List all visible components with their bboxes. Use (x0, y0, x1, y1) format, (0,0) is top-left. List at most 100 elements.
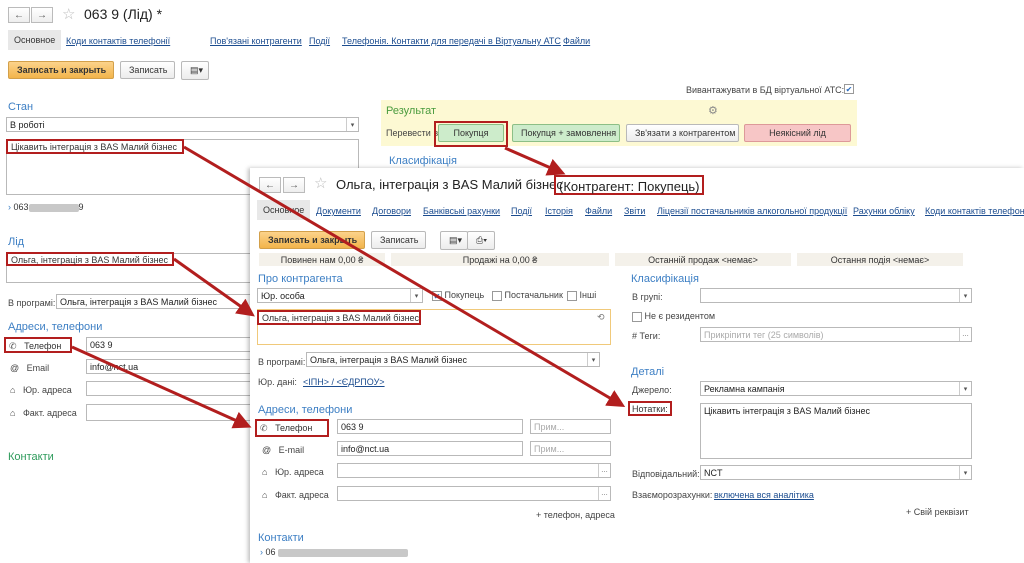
buyer-checkbox[interactable]: ✔ Покупець (432, 290, 484, 301)
supplier-checkbox[interactable]: Постачальник (492, 290, 563, 301)
front-email-icon: @ E-mail (262, 445, 305, 455)
own-requisite-link[interactable]: + Свій реквізит (906, 507, 969, 517)
about-title: Про контрагента (258, 273, 343, 285)
program-label: В програмі: (8, 298, 56, 308)
save-close-button[interactable]: Записать и закрыть (8, 61, 114, 79)
front-fact-addr-label: ⌂ Факт. адреса (262, 490, 329, 500)
group-label: В групі: (632, 292, 663, 302)
front-contact-row[interactable]: › 06 (260, 547, 409, 557)
lid-title: Лід (8, 236, 25, 248)
front-tab-files[interactable]: Файли (585, 206, 612, 216)
front-tab-licenses[interactable]: Ліцензії постачальників алкогольної прод… (657, 206, 847, 216)
convert-buyer-order-button[interactable]: Покупця + замовлення (512, 124, 620, 142)
tab-events[interactable]: Події (309, 36, 330, 46)
front-print-menu-button[interactable]: ⎙▾ (467, 231, 495, 250)
history-icon[interactable]: ⟲ (597, 312, 605, 323)
front-tab-contracts[interactable]: Договори (372, 206, 411, 216)
source-select[interactable]: Рекламна кампанія ▾ (700, 381, 972, 396)
front-program-select[interactable]: Ольга, інтеграція з BAS Малий бізнес ▾ (306, 352, 600, 367)
email-icon: @ Email (10, 363, 50, 373)
contacts-title: Контакти (8, 451, 54, 463)
nonresident-checkbox[interactable]: Не є резидентом (632, 311, 715, 322)
phone-field[interactable]: 063 9 (86, 337, 254, 352)
email-field[interactable]: info@nct.ua (86, 359, 254, 374)
bad-lead-button[interactable]: Неякісний лід (744, 124, 851, 142)
contractor-title: Ольга, інтеграція з BAS Малий бізнес (336, 177, 563, 192)
notes-label: Нотатки: (628, 401, 672, 416)
front-phone-field[interactable]: 063 9 (337, 419, 523, 434)
star-icon[interactable]: ☆ (62, 5, 75, 23)
convert-label: Перевести в (386, 128, 439, 138)
front-email-note[interactable]: Прим... (530, 441, 611, 456)
tab-phone-codes[interactable]: Коди контактів телефонії (66, 36, 170, 46)
source-label: Джерело: (632, 385, 672, 395)
classification-title: Класифікація (389, 155, 457, 167)
legal-data-label: Юр. дані: (258, 377, 297, 387)
tab-telephony[interactable]: Телефонія. Контакти для передачі в Вірту… (342, 36, 561, 46)
front-email-field[interactable]: info@nct.ua (337, 441, 523, 456)
notes-area[interactable]: Цікавить інтеграція з BAS Малий бізнес (700, 403, 972, 459)
program-value[interactable]: Ольга, інтеграція з BAS Малий бізнес (56, 294, 254, 309)
fact-addr-field[interactable] (86, 404, 254, 421)
front-tab-bank-accounts[interactable]: Банківські рахунки (423, 206, 500, 216)
back-arrow-icon[interactable]: ← (8, 7, 30, 23)
link-contractor-button[interactable]: Зв'язати з контрагентом (626, 124, 739, 142)
stan-select[interactable]: В роботі ▾ (6, 117, 359, 132)
window-title: 063 9 (Лід) * (84, 6, 163, 22)
settings-gear-icon[interactable]: ⚙ (708, 104, 718, 117)
contractor-title-suffix: (Контрагент: Покупець) (554, 175, 704, 195)
legal-data-link[interactable]: <ІПН> / <ЄДРПОУ> (303, 377, 385, 387)
tab-files[interactable]: Файли (563, 36, 590, 46)
front-tab-main[interactable]: Основное (257, 200, 311, 220)
phone-type[interactable]: ✆ Телефон (4, 337, 72, 353)
front-class-title: Класифікація (631, 273, 699, 285)
forward-arrow-icon[interactable]: → (31, 7, 53, 23)
front-copy-menu-button[interactable]: ▤▾ (440, 231, 468, 250)
front-contacts-title: Контакти (258, 532, 304, 544)
front-tab-events[interactable]: Події (511, 206, 532, 216)
front-tab-reports[interactable]: Звіти (624, 206, 645, 216)
front-save-close-button[interactable]: Записать и закрыть (259, 231, 365, 249)
front-legal-addr-field[interactable]: … (337, 463, 611, 478)
save-button[interactable]: Записать (120, 61, 175, 79)
front-legal-addr-label: ⌂ Юр. адреса (262, 467, 324, 477)
settlements-label: Взаєморозрахунки: (632, 490, 713, 500)
stan-title: Стан (8, 101, 34, 113)
front-save-button[interactable]: Записать (371, 231, 426, 249)
front-program-label: В програмі: (258, 357, 306, 367)
front-forward-arrow-icon[interactable]: → (283, 177, 305, 193)
phone-collapsed[interactable]: › 063 9 (8, 202, 84, 212)
stat-last-event: Остання подія <немає> (797, 253, 963, 266)
front-back-arrow-icon[interactable]: ← (259, 177, 281, 193)
front-phone-note[interactable]: Прим... (530, 419, 611, 434)
settlements-link[interactable]: включена вся аналітика (714, 490, 814, 500)
tab-linked-contractors[interactable]: Пов'язані контрагенти (210, 36, 302, 46)
details-title: Деталі (631, 366, 665, 378)
comment-text: Цікавить інтеграція з BAS Малий бізнес (6, 139, 184, 154)
tags-label: # Теги: (632, 331, 661, 341)
stat-sales: Продажі на 0,00 ₴ (391, 253, 609, 266)
front-tab-documents[interactable]: Документи (316, 206, 361, 216)
stan-value: В роботі (10, 120, 45, 130)
tab-main[interactable]: Основное (8, 30, 62, 50)
export-checkbox[interactable]: ✔ (844, 84, 854, 94)
export-label: Вивантажувати в БД віртуальної АТС: (686, 85, 845, 95)
front-tab-accounts[interactable]: Рахунки обліку (853, 206, 915, 216)
lid-value: Ольга, інтеграція з BAS Малий бізнес (6, 252, 174, 266)
front-addr-title: Адреси, телефони (258, 404, 353, 416)
front-star-icon[interactable]: ☆ (314, 174, 327, 192)
other-checkbox[interactable]: Інші (567, 290, 596, 301)
tags-field[interactable]: Прикріпити тег (25 символів)… (700, 327, 972, 342)
responsible-select[interactable]: NCT ▾ (700, 465, 972, 480)
print-menu-button[interactable]: ▤▾ (181, 61, 209, 80)
front-tab-phone-codes[interactable]: Коди контактів телефонії (925, 206, 1024, 216)
convert-buyer-button[interactable]: Покупця (438, 124, 504, 142)
front-fact-addr-field[interactable]: … (337, 486, 611, 501)
type-select[interactable]: Юр. особа ▾ (257, 288, 423, 303)
front-phone-type[interactable]: ✆ Телефон (255, 419, 329, 437)
result-title: Результат (386, 105, 437, 117)
front-tab-history[interactable]: Історія (545, 206, 573, 216)
legal-addr-field[interactable] (86, 381, 254, 396)
group-select[interactable]: ▾ (700, 288, 972, 303)
add-phone-link[interactable]: + телефон, адреса (536, 510, 615, 520)
